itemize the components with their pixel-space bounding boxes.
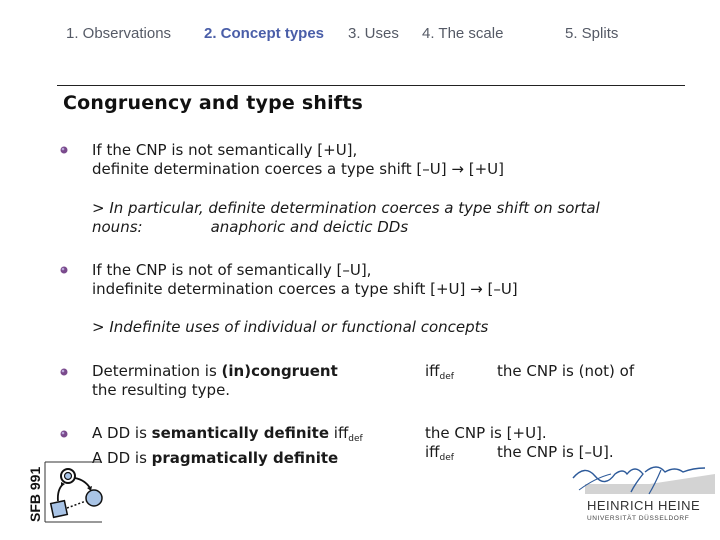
slide-title: Congruency and type shifts (63, 92, 364, 114)
note-1-text: > In particular, definite determination … (92, 199, 600, 237)
bullet-icon (60, 430, 68, 438)
title-divider (57, 85, 685, 86)
bullet-3-bold-word: congruent (251, 362, 338, 380)
bullet-4-line-2-iff: iffdef (425, 443, 454, 468)
bullet-icon (60, 266, 68, 274)
nav-item-concept-types[interactable]: 2. Concept types (204, 25, 324, 42)
note-1-line-2: nouns: anaphoric and deictic DDs (92, 218, 600, 237)
bullet-1-text: If the CNP is not semantically [+U], def… (92, 141, 504, 179)
iff-label: iff (425, 362, 440, 380)
bullet-icon (60, 368, 68, 376)
iff-subscript: def (439, 453, 454, 463)
nav-item-splits[interactable]: 5. Splits (565, 25, 618, 42)
bullet-3-line-2: the resulting type. (92, 381, 231, 399)
nav-item-uses[interactable]: 3. Uses (348, 25, 399, 42)
bullet-2-text: If the CNP is not of semantically [–U], … (92, 261, 518, 299)
hhu-name: HEINRICH HEINE (587, 498, 700, 513)
bullet-4-line-1-bold: semantically definite (151, 424, 329, 442)
bullet-icon (60, 146, 68, 154)
iff-subscript: def (348, 434, 363, 444)
bullet-3-pre: Determination is (92, 362, 222, 380)
nav-item-the-scale[interactable]: 4. The scale (422, 25, 503, 42)
bullet-4-text: A DD is semantically definite iffdef A D… (92, 424, 363, 468)
bullet-3-line-1: Determination is (in)congruent (92, 362, 338, 381)
iff-subscript: def (439, 372, 454, 382)
bullet-4-line-1-rhs: the CNP is [+U]. (425, 424, 547, 442)
bullet-2-line-1: If the CNP is not of semantically [–U], (92, 261, 372, 279)
bullet-2-line-2: indefinite determination coerces a type … (92, 280, 518, 298)
nav-item-observations[interactable]: 1. Observations (66, 25, 171, 42)
bullet-1-line-1: If the CNP is not semantically [+U], (92, 141, 358, 159)
bullet-4-line-1: A DD is semantically definite iffdef (92, 424, 363, 449)
bullet-1-line-2: definite determination coerces a type sh… (92, 160, 504, 178)
note-1-line-2-a: nouns: (92, 218, 143, 236)
section-navigation: 1. Observations 2. Concept types 3. Uses… (0, 25, 720, 45)
hhu-subtitle: UNIVERSITÄT DÜSSELDORF (587, 514, 689, 522)
bullet-3-text: Determination is (in)congruent the resul… (92, 362, 338, 400)
bullet-3-bold-in: (in) (221, 362, 252, 380)
bullet-3-iff: iffdef (425, 362, 454, 387)
note-1-line-1: > In particular, definite determination … (92, 199, 600, 217)
iff-label: iff (425, 443, 440, 461)
note-1-line-2-b: anaphoric and deictic DDs (210, 218, 409, 236)
bullet-4-line-2: A DD is pragmatically definite (92, 449, 363, 468)
bullet-4-line-1-pre: A DD is (92, 424, 152, 442)
iff-label: iff (333, 424, 349, 442)
sfb-label: SFB 991 (28, 467, 43, 522)
bullet-3-rhs: the CNP is (not) of (497, 362, 635, 380)
note-2-text: > Indefinite uses of individual or funct… (92, 318, 489, 336)
bullet-4-line-2-bold: pragmatically definite (151, 449, 339, 467)
heinrich-heine-university-logo: HEINRICH HEINE UNIVERSITÄT DÜSSELDORF (565, 460, 715, 530)
sfb-991-logo: SFB 991 (27, 460, 104, 524)
